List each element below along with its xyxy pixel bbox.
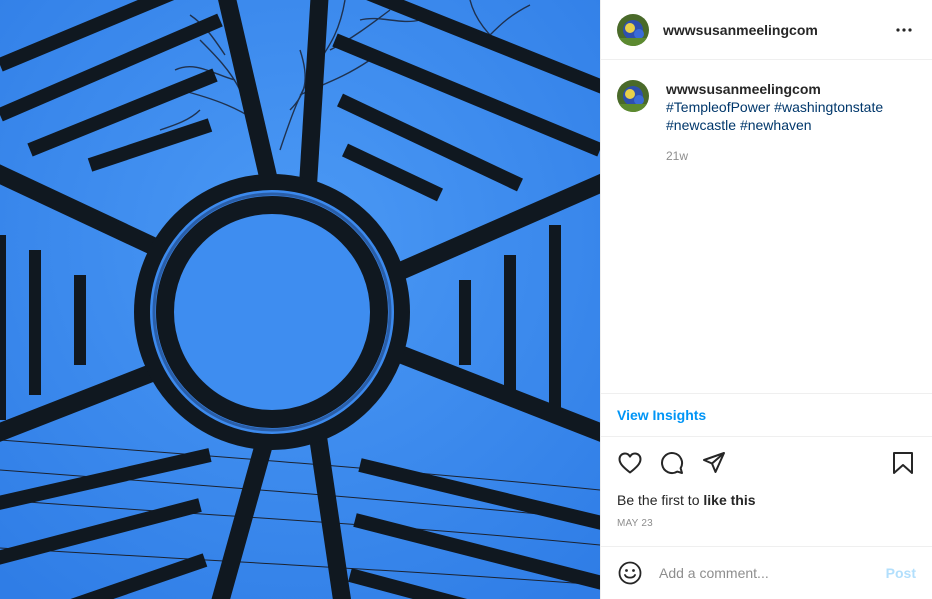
insights-bar: View Insights <box>601 393 932 437</box>
avatar[interactable] <box>617 13 649 46</box>
avatar-image <box>617 80 649 112</box>
caption-row: wwwsusanmeelingcom #TempleofPower #washi… <box>617 80 916 134</box>
more-options-icon[interactable] <box>892 18 916 42</box>
instagram-post: wwwsusanmeelingcom wwwsusanmeelingcom #T… <box>0 0 932 599</box>
header-username[interactable]: wwwsusanmeelingcom <box>663 22 892 38</box>
caption-text: wwwsusanmeelingcom #TempleofPower #washi… <box>666 80 916 134</box>
comment-icon[interactable] <box>659 450 685 476</box>
comment-bar: Post <box>601 546 932 599</box>
action-bar <box>617 450 916 476</box>
post-comment-button[interactable]: Post <box>886 565 916 581</box>
like-this-link[interactable]: like this <box>703 492 755 508</box>
paper-plane-icon[interactable] <box>701 450 727 476</box>
heart-icon[interactable] <box>617 450 643 476</box>
likes-prefix: Be the first to <box>617 492 704 508</box>
comment-input[interactable] <box>657 564 886 582</box>
view-insights-link[interactable]: View Insights <box>617 407 706 423</box>
bookmark-icon[interactable] <box>890 450 916 476</box>
hashtag-link[interactable]: #washingtonstate <box>774 99 883 115</box>
post-header: wwwsusanmeelingcom <box>601 0 932 60</box>
photo-image <box>0 0 600 599</box>
caption-username[interactable]: wwwsusanmeelingcom <box>666 81 821 97</box>
caption-area: wwwsusanmeelingcom #TempleofPower #washi… <box>601 60 932 393</box>
likes-text: Be the first to like this <box>617 492 756 508</box>
hashtag-link[interactable]: #newhaven <box>740 117 812 133</box>
post-age[interactable]: 21w <box>666 149 916 163</box>
post-photo[interactable] <box>0 0 600 599</box>
smiley-icon[interactable] <box>617 560 643 586</box>
avatar-image <box>617 13 649 46</box>
hashtag-link[interactable]: #TempleofPower <box>666 99 770 115</box>
caption-avatar[interactable] <box>617 80 649 112</box>
post-sidebar: wwwsusanmeelingcom wwwsusanmeelingcom #T… <box>600 0 932 599</box>
hashtag-link[interactable]: #newcastle <box>666 117 736 133</box>
post-date[interactable]: MAY 23 <box>617 518 653 529</box>
